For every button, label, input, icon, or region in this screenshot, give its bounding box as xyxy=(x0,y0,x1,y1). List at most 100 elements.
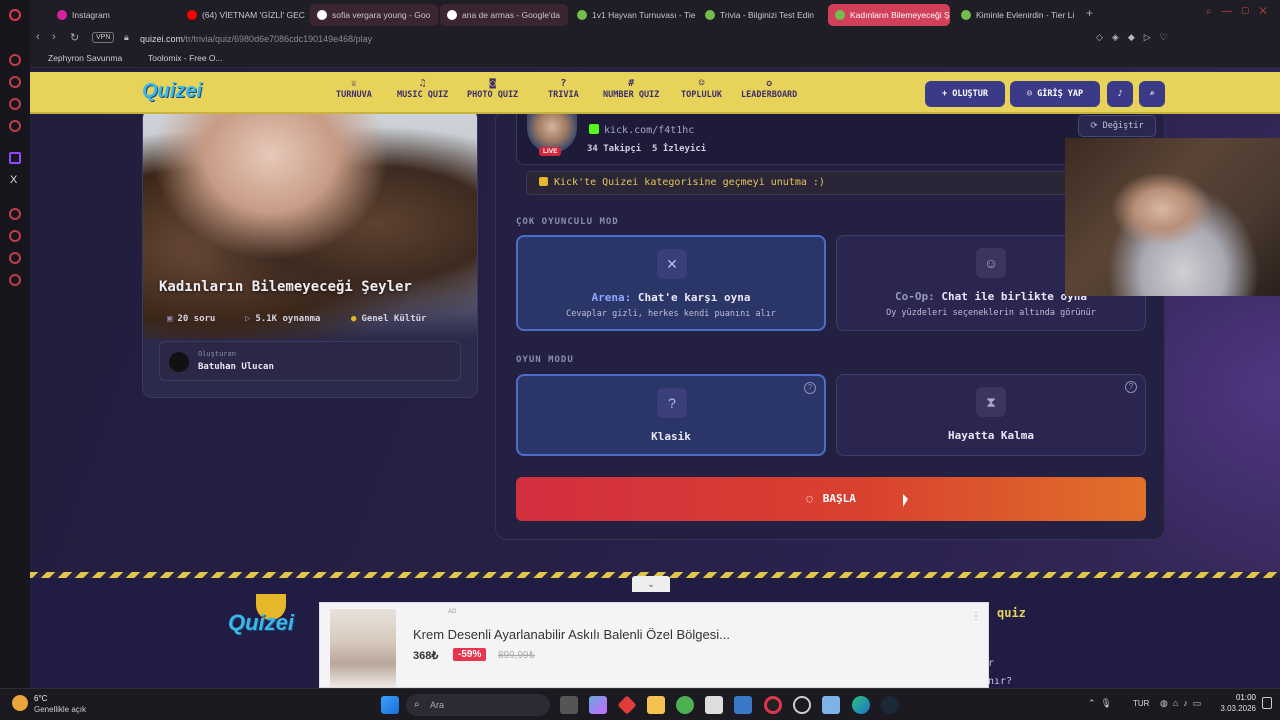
tab-google-sofia[interactable]: sofia vergara young - Goo xyxy=(310,4,438,26)
windows-start-icon[interactable] xyxy=(381,696,399,714)
clock[interactable]: 01:00 3.03.2026 xyxy=(1218,693,1256,713)
taskbar-search[interactable]: ⌕ Ara xyxy=(406,694,550,716)
opera-icon[interactable] xyxy=(764,696,782,714)
play-count: ▷ 5.1K oynanma xyxy=(245,314,321,324)
start-button[interactable]: ◌ BAŞLA xyxy=(516,477,1146,521)
kick-channel-link[interactable]: kick.com/f4t1hc xyxy=(589,124,694,136)
extension-icon[interactable] xyxy=(9,120,21,132)
footer-quiz-heading: quiz xyxy=(997,606,1026,620)
question-icon: ? xyxy=(657,388,687,418)
home-icon[interactable] xyxy=(9,54,21,66)
survival-mode-option[interactable]: ? ⧗ Hayatta Kalma xyxy=(836,374,1146,456)
ad-banner[interactable]: AD Krem Desenli Ayarlanabilir Askılı Bal… xyxy=(319,602,989,688)
ad-collapse-button[interactable]: ⌄ xyxy=(632,576,670,592)
quiz-cover-image xyxy=(143,109,477,339)
chevron-down-icon: ⌄ xyxy=(647,579,655,589)
task-view-icon[interactable] xyxy=(560,696,578,714)
help-icon[interactable]: ? xyxy=(1125,381,1137,393)
x-icon[interactable]: X xyxy=(10,174,17,186)
footer-text-2: nır? xyxy=(988,676,1013,687)
steam-icon[interactable] xyxy=(881,696,899,714)
google-icon xyxy=(317,10,327,20)
nav-trivia[interactable]: ? TRIVIA xyxy=(548,78,579,100)
help-icon[interactable]: ? xyxy=(804,382,816,394)
quiz-card: Kadınların Bilemeyeceği Şeyler ▣ 20 soru … xyxy=(142,108,478,398)
bookmark-zephyron[interactable]: Zephyron Savunma xyxy=(48,53,122,63)
quizei-tab-icon xyxy=(705,10,715,20)
nav-turnuva[interactable]: ♕ TURNUVA xyxy=(336,78,372,100)
settings-icon[interactable] xyxy=(9,274,21,286)
pinboard-icon[interactable] xyxy=(9,252,21,264)
users-icon: ☺ xyxy=(976,248,1006,278)
category: ● Genel Kültür xyxy=(351,314,427,324)
tab-google-ana[interactable]: ana de armas - Google'da xyxy=(440,4,568,26)
toolbar-icons[interactable]: ◇◈◆▷♡ xyxy=(1096,32,1177,43)
ad-title: Krem Desenli Ayarlanabilir Askılı Balenl… xyxy=(413,627,730,642)
twitch-icon[interactable] xyxy=(9,152,21,164)
chrome-icon[interactable] xyxy=(676,696,694,714)
edge-icon[interactable] xyxy=(852,696,870,714)
footer-logo[interactable]: Quizei xyxy=(228,610,294,636)
nav-photo-quiz[interactable]: ◙ PHOTO QUIZ xyxy=(467,78,518,100)
history-icon[interactable] xyxy=(9,230,21,242)
store-icon[interactable] xyxy=(705,696,723,714)
nav-music-quiz[interactable]: ♫ MUSIC QUIZ xyxy=(397,78,448,100)
vpn-badge[interactable]: VPN xyxy=(92,32,115,43)
classic-title: Klasik xyxy=(651,430,691,443)
bookmark-toolomix[interactable]: Toolomix - Free O... xyxy=(148,53,223,63)
change-button[interactable]: ⟳ Değiştir xyxy=(1078,115,1156,137)
opera-logo-icon[interactable] xyxy=(9,9,21,21)
back-icon[interactable]: ‹ xyxy=(36,31,40,43)
mail-icon[interactable] xyxy=(734,696,752,714)
tab-kiminle[interactable]: Kiminle Evlenirdin - Tier Li xyxy=(954,4,1082,26)
arena-mode-option[interactable]: ✕ Arena: Chat'e karşı oyna Cevaplar gizl… xyxy=(516,235,826,331)
users-icon: ☺ xyxy=(698,78,705,89)
more-icon[interactable]: ⋮ xyxy=(971,611,981,622)
notification-icon[interactable] xyxy=(1262,697,1272,709)
nav-topluluk[interactable]: ☺ TOPLULUK xyxy=(681,78,722,100)
tab-hayvan[interactable]: 1v1 Hayvan Turnuvası - Tie xyxy=(570,4,698,26)
language-indicator[interactable]: TUR xyxy=(1133,699,1149,708)
speed-dial-icon[interactable] xyxy=(9,76,21,88)
site-logo[interactable]: Quizei xyxy=(142,80,202,103)
create-button[interactable]: + OLUŞTUR xyxy=(925,81,1005,107)
classic-mode-option[interactable]: ? ? Klasik xyxy=(516,374,826,456)
gamemode-label: OYUN MODU xyxy=(516,355,574,365)
system-tray-icons[interactable]: ◍⌂♪▭ xyxy=(1160,698,1206,709)
tab-trivia[interactable]: Trivia - Bilginizi Test Edin xyxy=(698,4,826,26)
nav-number-quiz[interactable]: # NUMBER QUIZ xyxy=(603,78,659,100)
play-icon: ▷ xyxy=(245,314,251,324)
app-circle-icon[interactable] xyxy=(793,696,811,714)
notepad-icon[interactable] xyxy=(822,696,840,714)
ad-product-image xyxy=(330,609,396,687)
creator-label: Oluşturan xyxy=(198,350,236,358)
tab-active-quiz[interactable]: Kadınların Bilemeyeceği Ş xyxy=(828,4,950,26)
player-icon[interactable] xyxy=(9,208,21,220)
tray-icons[interactable]: ⌃ 🎙︎ xyxy=(1088,698,1112,709)
question-icon: ? xyxy=(560,78,567,89)
google-icon xyxy=(447,10,457,20)
tab-youtube[interactable]: (64) VİETNAM 'GİZLİ' GEC xyxy=(180,4,310,26)
url-field[interactable]: quizei.com/tr/trivia/quiz/6980d6e7086cdc… xyxy=(140,31,372,47)
nav-leaderboard[interactable]: ✪ LEADERBOARD xyxy=(741,78,797,100)
category-icon: ● xyxy=(351,314,357,324)
webcam-overlay xyxy=(1065,138,1280,296)
window-controls[interactable]: ⌕—▢✕ xyxy=(1206,6,1277,17)
login-button[interactable]: ☺ GİRİŞ YAP xyxy=(1010,81,1100,107)
reload-icon[interactable]: ↻ xyxy=(70,31,79,44)
search-icon[interactable]: ⌕ xyxy=(1139,81,1165,107)
tab-instagram[interactable]: Instagram xyxy=(50,4,180,26)
spinner-icon: ◌ xyxy=(806,492,813,505)
app-red-icon[interactable] xyxy=(617,695,637,715)
medal-icon: ✪ xyxy=(766,78,773,89)
live-badge: LIVE xyxy=(539,147,562,156)
kick-icon xyxy=(589,124,599,134)
new-tab-button[interactable]: + xyxy=(1086,6,1093,20)
forward-icon[interactable]: › xyxy=(52,31,56,43)
messenger-icon[interactable] xyxy=(9,98,21,110)
streamer-stats: 34 Takipçi 5 İzleyici xyxy=(587,144,707,154)
copilot-icon[interactable] xyxy=(589,696,607,714)
creator-box[interactable]: Oluşturan Batuhan Ulucan xyxy=(159,341,461,381)
bell-icon[interactable]: ♪ xyxy=(1107,81,1133,107)
file-explorer-icon[interactable] xyxy=(647,696,665,714)
